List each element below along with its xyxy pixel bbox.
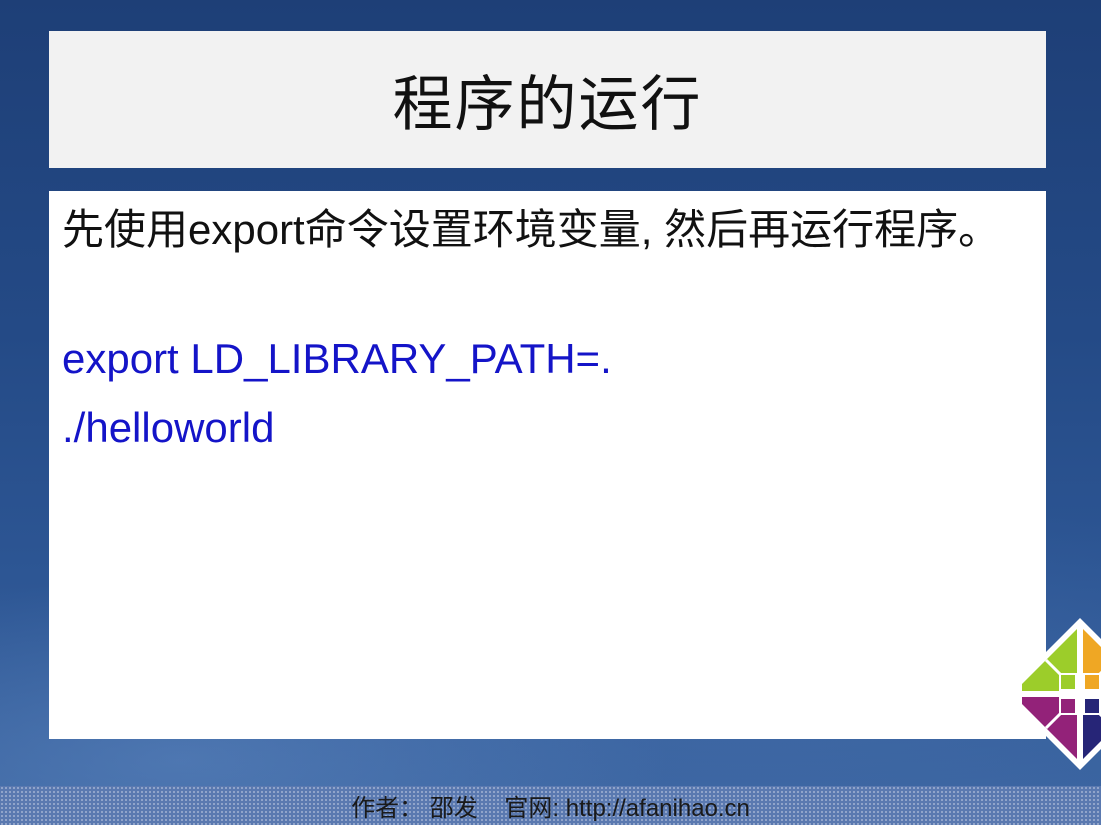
title-box: 程序的运行 <box>49 31 1046 168</box>
code-line-export: export LD_LIBRARY_PATH=. <box>62 335 612 382</box>
code-line-run: ./helloworld <box>62 404 275 451</box>
footer-bar: 作者： 邵发 官网: http://afanihao.cn <box>0 786 1101 825</box>
body-text: 先使用export命令设置环境变量, 然后再运行程序。 <box>62 206 1001 253</box>
centos-logo-icon <box>1022 618 1101 770</box>
content-box: 先使用export命令设置环境变量, 然后再运行程序。 export LD_LI… <box>49 191 1046 739</box>
slide: 程序的运行 先使用export命令设置环境变量, 然后再运行程序。 export… <box>0 0 1101 825</box>
footer-text: 作者： 邵发 官网: http://afanihao.cn <box>351 795 750 822</box>
slide-title: 程序的运行 <box>392 70 703 140</box>
